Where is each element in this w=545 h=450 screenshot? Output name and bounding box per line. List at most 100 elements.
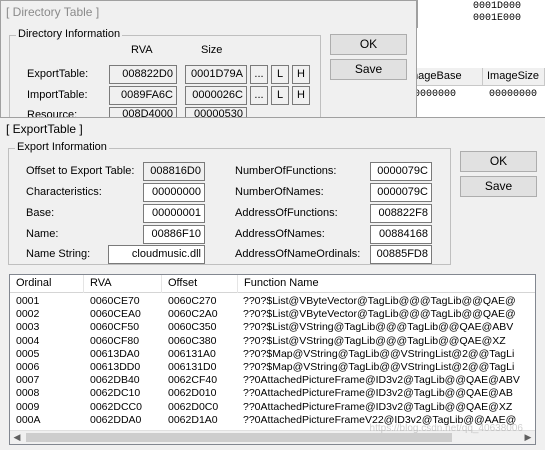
export-table-size-field[interactable]: 0001D79A [185, 65, 247, 84]
ordinal-cell: 0001 [16, 295, 40, 307]
ordinal-cell: 0002 [16, 308, 40, 321]
ordinal-cell: 0007 [16, 374, 40, 387]
table-row[interactable]: 0006 00613DD0 006131D0 ??0?$Map@VString@Tag… [10, 361, 535, 374]
column-header-rva[interactable]: RVA [84, 275, 162, 293]
watermark-text: https://blog.csdn.net/qq_40638006 [369, 423, 523, 434]
directory-table-window: [ Directory Table ] Directory Informatio… [0, 0, 417, 121]
import-table-size-field[interactable]: 0000026C [185, 86, 247, 105]
column-header-imagesize[interactable]: ImageSize [483, 68, 545, 86]
scrollbar-thumb[interactable] [26, 433, 452, 442]
name-string-label: Name String: [26, 248, 91, 260]
import-table-rva-field[interactable]: 0089FA6C [109, 86, 177, 105]
directory-ok-button[interactable]: OK [330, 34, 407, 55]
address-of-names-label: AddressOfNames: [235, 228, 325, 240]
offset-cell: 0062D010 [168, 387, 217, 400]
offset-cell: 006131A0 [168, 347, 216, 360]
base-field[interactable]: 00000001 [143, 204, 205, 223]
export-table-h-button[interactable]: H [292, 65, 310, 84]
table-row[interactable]: 0007 0062DB40 0062CF40 ??0AttachedPictureFr… [10, 374, 535, 387]
group-label: Directory Information [16, 28, 123, 40]
ordinal-cell: 0005 [16, 347, 40, 360]
number-of-functions-label: NumberOfFunctions: [235, 165, 337, 177]
rva-column-label: RVA [131, 44, 153, 56]
offset-cell: 0060C350 [168, 321, 217, 334]
import-table-label: ImportTable: [27, 89, 88, 101]
ordinal-cell: 0006 [16, 361, 40, 373]
address-of-name-ordinals-label: AddressOfNameOrdinals: [235, 248, 361, 260]
name-field[interactable]: 00886F10 [143, 225, 205, 244]
rva-cell: 0060CF80 [90, 334, 140, 347]
address-of-functions-label: AddressOfFunctions: [235, 207, 338, 219]
export-table-label: ExportTable: [27, 68, 89, 80]
background-address-value: 0001D000 [473, 1, 522, 12]
export-table-window: [ ExportTable ] Export Information Offse… [0, 117, 545, 450]
table-row[interactable]: 0001 0060CE70 0060C270 ??0?$List@VByteVecto… [10, 295, 535, 308]
offset-cell: 0060C270 [168, 295, 217, 307]
ordinal-cell: 000A [16, 413, 41, 426]
window-title: [ ExportTable ] [6, 122, 83, 136]
rva-cell: 0062DB40 [90, 374, 140, 387]
scroll-right-icon[interactable]: ▶ [521, 431, 535, 444]
table-row[interactable]: 0002 0060CEA0 0060C2A0 ??0?$List@VByteVecto… [10, 308, 535, 321]
offset-cell: 0062D0C0 [168, 400, 219, 413]
export-table-l-button[interactable]: L [271, 65, 289, 84]
table-row[interactable]: 0004 0060CF80 0060C380 ??0?$List@VString@Ta… [10, 335, 535, 348]
import-table-l-button[interactable]: L [271, 86, 289, 105]
function-name-cell: ??0?$List@VByteVector@TagLib@@@TagLib@@Q… [243, 295, 516, 307]
export-functions-list[interactable]: Ordinal RVA Offset Function Name 0001 006… [9, 274, 536, 445]
table-row[interactable]: 0009 0062DCC0 0062D0C0 ??0AttachedPictureFr… [10, 401, 535, 414]
offset-to-export-table-field[interactable]: 008816D0 [143, 162, 205, 181]
offset-to-export-table-label: Offset to Export Table: [26, 165, 135, 177]
rva-cell: 0062DC10 [90, 387, 141, 400]
import-table-h-button[interactable]: H [292, 86, 310, 105]
ordinal-cell: 0003 [16, 321, 40, 334]
number-of-names-field[interactable]: 0000079C [370, 183, 432, 202]
window-title: [ Directory Table ] [6, 5, 100, 19]
export-table-details-button[interactable]: ... [250, 65, 268, 84]
rva-cell: 0060CF50 [90, 321, 140, 334]
column-header-offset[interactable]: Offset [162, 275, 238, 293]
column-header-ordinal[interactable]: Ordinal [10, 275, 84, 293]
rva-cell: 00613DA0 [90, 347, 140, 360]
ordinal-cell: 0009 [16, 400, 40, 413]
directory-save-button[interactable]: Save [330, 59, 407, 80]
table-row[interactable]: 0003 0060CF50 0060C350 ??0?$List@VString@Ta… [10, 321, 535, 334]
number-of-functions-field[interactable]: 0000079C [370, 162, 432, 181]
function-name-cell: ??0?$List@VString@TagLib@@@TagLib@@QAE@X… [243, 334, 506, 347]
characteristics-label: Characteristics: [26, 186, 102, 198]
rva-cell: 0062DCC0 [90, 400, 142, 413]
rva-cell: 0060CEA0 [90, 308, 141, 321]
function-name-cell: ??0?$List@VString@TagLib@@@TagLib@@QAE@A… [243, 321, 514, 334]
column-header-function-name[interactable]: Function Name [238, 275, 535, 293]
ordinal-cell: 0008 [16, 387, 40, 400]
import-table-details-button[interactable]: ... [250, 86, 268, 105]
size-column-label: Size [201, 44, 223, 56]
table-row[interactable]: 0005 00613DA0 006131A0 ??0?$Map@VString@Tag… [10, 348, 535, 361]
rva-cell: 0060CE70 [90, 295, 140, 307]
offset-cell: 0062D1A0 [168, 413, 218, 426]
scroll-left-icon[interactable]: ◀ [10, 431, 24, 444]
background-address-list: 0001D000 0001E000 [417, 0, 545, 28]
group-label: Export Information [15, 141, 109, 153]
function-name-cell: ??0?$Map@VString@TagLib@@VStringList@2@@… [243, 347, 515, 360]
export-table-rva-field[interactable]: 008822D0 [109, 65, 177, 84]
offset-cell: 0060C2A0 [168, 308, 218, 321]
table-row[interactable]: 0008 0062DC10 0062D010 ??0AttachedPictureFr… [10, 387, 535, 400]
number-of-names-label: NumberOfNames: [235, 186, 324, 198]
characteristics-field[interactable]: 00000000 [143, 183, 205, 202]
offset-cell: 006131D0 [168, 361, 217, 373]
rva-cell: 00613DD0 [90, 361, 141, 373]
imagesize-value: 00000000 [489, 89, 538, 100]
export-ok-button[interactable]: OK [460, 151, 537, 172]
export-save-button[interactable]: Save [460, 176, 537, 197]
list-header: Ordinal RVA Offset Function Name [10, 275, 535, 293]
offset-cell: 0062CF40 [168, 374, 218, 387]
function-name-cell: ??0AttachedPictureFrame@ID3v2@TagLib@@QA… [243, 400, 513, 413]
base-label: Base: [26, 207, 55, 219]
address-of-names-field[interactable]: 00884168 [370, 225, 432, 244]
name-label: Name: [26, 228, 59, 240]
name-string-field[interactable]: cloudmusic.dll [108, 245, 205, 264]
address-of-name-ordinals-field[interactable]: 00885FD8 [370, 245, 432, 264]
address-of-functions-field[interactable]: 008822F8 [370, 204, 432, 223]
function-name-cell: ??0AttachedPictureFrame@ID3v2@TagLib@@QA… [243, 374, 520, 387]
